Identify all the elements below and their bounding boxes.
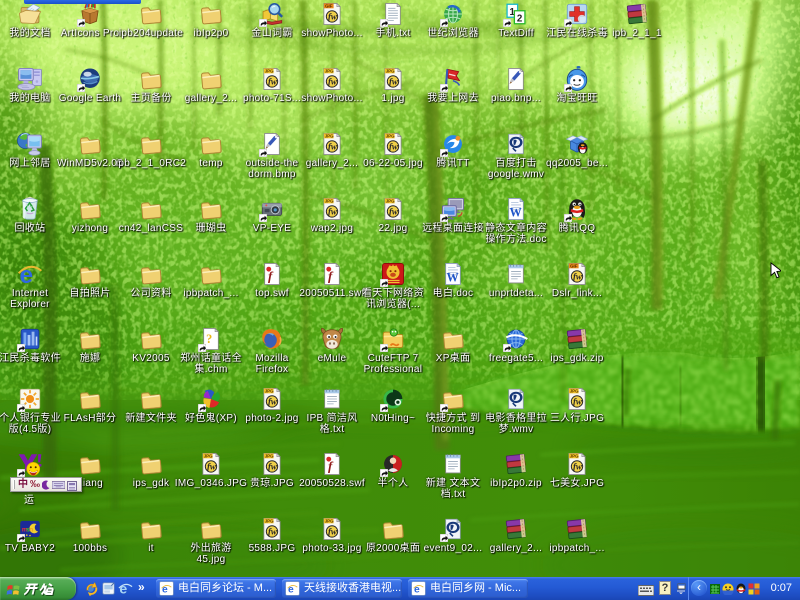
svg-text:e: e xyxy=(119,581,127,596)
